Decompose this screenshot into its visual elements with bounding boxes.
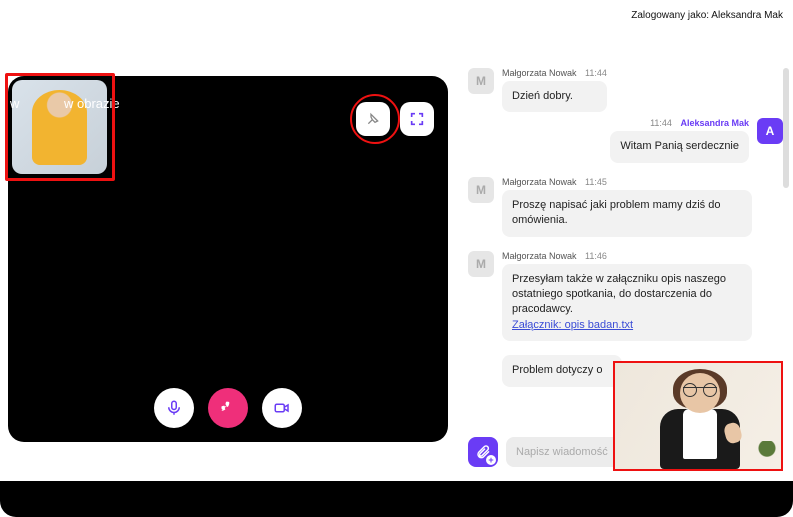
camera-icon xyxy=(273,399,291,417)
attach-button[interactable]: + xyxy=(468,437,498,467)
msg-sender: Aleksandra Mak xyxy=(680,118,749,128)
chat-message: M Małgorzata Nowak 11:44 Dzień dobry. xyxy=(468,68,783,112)
chat-message: M Małgorzata Nowak 11:46 Przesyłam także… xyxy=(468,251,783,342)
msg-bubble: Problem dotyczy o xyxy=(502,355,622,386)
msg-bubble: Witam Panią serdecznie xyxy=(610,131,749,162)
msg-time: 11:45 xyxy=(585,177,607,187)
video-call-panel: w w obrazie xyxy=(8,76,448,442)
mic-icon xyxy=(165,399,183,417)
pip-highlight-frame xyxy=(5,73,115,181)
pip-overflow-text: w xyxy=(10,96,19,111)
end-call-button[interactable] xyxy=(208,388,248,428)
login-prefix: Zalogowany jako: xyxy=(631,10,709,21)
attachment-link[interactable]: Załącznik: opis badan.txt xyxy=(512,319,633,331)
login-status: Zalogowany jako: Aleksandra Mak xyxy=(468,8,783,68)
chat-message: M Małgorzata Nowak 11:45 Proszę napisać … xyxy=(468,177,783,237)
msg-text: Przesyłam także w załączniku opis naszeg… xyxy=(512,273,726,316)
fullscreen-button[interactable] xyxy=(400,102,434,136)
fullscreen-icon xyxy=(409,111,425,127)
mic-toggle-button[interactable] xyxy=(154,388,194,428)
pin-button-highlight xyxy=(350,94,400,144)
phone-hangup-icon xyxy=(219,399,237,417)
bottom-bar xyxy=(0,481,793,517)
avatar: A xyxy=(757,118,783,144)
avatar: M xyxy=(468,251,494,277)
msg-sender: Małgorzata Nowak xyxy=(502,177,577,187)
camera-toggle-button[interactable] xyxy=(262,388,302,428)
msg-time: 11:46 xyxy=(585,251,607,261)
msg-sender: Małgorzata Nowak xyxy=(502,68,577,78)
msg-bubble: Przesyłam także w załączniku opis naszeg… xyxy=(502,264,752,342)
msg-time: 11:44 xyxy=(585,68,607,78)
chat-scrollbar[interactable] xyxy=(783,68,789,368)
avatar: M xyxy=(468,177,494,203)
msg-sender: Małgorzata Nowak xyxy=(502,251,577,261)
msg-bubble: Dzień dobry. xyxy=(502,81,607,112)
avatar: M xyxy=(468,68,494,94)
login-user: Aleksandra Mak xyxy=(711,10,783,21)
msg-time: 11:44 xyxy=(650,118,672,128)
msg-bubble: Proszę napisać jaki problem mamy dziś do… xyxy=(502,190,752,237)
chat-message: 11:44 Aleksandra Mak Witam Panią serdecz… xyxy=(468,118,783,162)
floating-camera-preview[interactable] xyxy=(613,361,783,471)
plus-badge-icon: + xyxy=(486,455,496,465)
